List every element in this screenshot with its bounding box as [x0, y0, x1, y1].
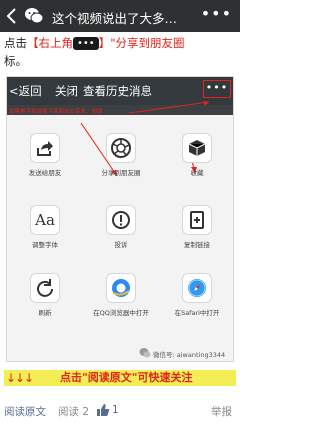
wechat-watermark-icon: [139, 348, 151, 358]
arrow-to-more-icon: [128, 101, 210, 114]
tile-label: 刷新: [38, 309, 52, 317]
tile-label: 调整字体: [32, 241, 58, 249]
tutorial-screenshot: <返回 关闭 查看历史消息 ••• 如果看不到请按下面朋友分享来，谢谢 发送给朋…: [6, 76, 234, 362]
down-arrows-icon: ↓↓↓: [6, 371, 34, 385]
complaint-tile: 投诉: [91, 205, 151, 249]
banner-text: 点击"阅读原文"可快速关注: [60, 371, 193, 384]
cube-icon: [188, 140, 206, 156]
tile-label: 发送给朋友: [28, 169, 62, 177]
screenshot-back: <返回: [9, 84, 42, 98]
wechat-icon: [25, 8, 44, 24]
instruction-line-2: 标。: [4, 54, 27, 68]
moments-icon: [111, 138, 131, 158]
copy-link-tile: 复制链接: [167, 205, 227, 249]
share-arrow-icon: [37, 141, 53, 156]
tile-label: 复制链接: [184, 241, 210, 249]
tile-label: 在Safari中打开: [174, 309, 220, 317]
like-count: 1: [112, 404, 119, 416]
article-body: 点击【右上角 ••• 】"分享到朋友圈 标。: [0, 32, 240, 76]
thumbs-up-icon[interactable]: [96, 403, 110, 417]
open-qq-browser-tile: 在QQ浏览器中打开: [91, 273, 151, 317]
watermark: 微信号: aiwanting3344: [153, 351, 226, 359]
screenshot-close: 关闭: [55, 84, 78, 98]
follow-banner: ↓↓↓ 点击"阅读原文"可快速关注: [4, 370, 236, 386]
share-to-moments-tile: 分享到朋友圈: [91, 133, 151, 177]
safari-icon: [188, 279, 206, 297]
refresh-tile: 刷新: [15, 273, 75, 317]
bottom-bar: 阅读原文 阅读 2 1 举报: [0, 398, 240, 427]
tile-label: 收藏: [190, 169, 204, 177]
font-size-icon: Aa: [35, 211, 55, 229]
top-bar: 这个视频说出了大多… •••: [0, 0, 240, 32]
open-safari-tile: 在Safari中打开: [167, 273, 227, 317]
screenshot-more-icon: •••: [203, 80, 231, 98]
tile-label: 投诉: [114, 241, 128, 249]
more-pill: •••: [73, 37, 99, 50]
more-icon[interactable]: •••: [201, 4, 232, 23]
complaint-icon: [112, 211, 130, 229]
share-to-friend-tile: 发送给朋友: [15, 133, 75, 177]
instruction-line: 点击【右上角 ••• 】"分享到朋友圈: [4, 35, 185, 51]
read-original-link[interactable]: 阅读原文: [4, 404, 46, 419]
chevron-left-icon[interactable]: [4, 6, 20, 26]
report-link[interactable]: 举报: [211, 404, 232, 419]
instruction-highlight-close: 】"分享到朋友圈: [98, 36, 185, 50]
favorite-tile: 收藏: [167, 133, 227, 177]
copy-link-icon: [190, 211, 204, 229]
tile-label: 在QQ浏览器中打开: [93, 309, 149, 317]
refresh-icon: [37, 279, 53, 297]
page-title: 这个视频说出了大多…: [52, 11, 178, 26]
view-count: 阅读 2: [58, 406, 90, 418]
font-size-tile: Aa 调整字体: [15, 205, 75, 249]
screenshot-note: 如果看不到请按下面朋友分享来，谢谢: [9, 109, 103, 115]
instruction-prefix: 点击: [4, 36, 27, 50]
instruction-highlight-open: 【右上角: [27, 36, 73, 50]
qq-browser-icon: [112, 279, 130, 297]
tile-label: 分享到朋友圈: [101, 169, 141, 177]
